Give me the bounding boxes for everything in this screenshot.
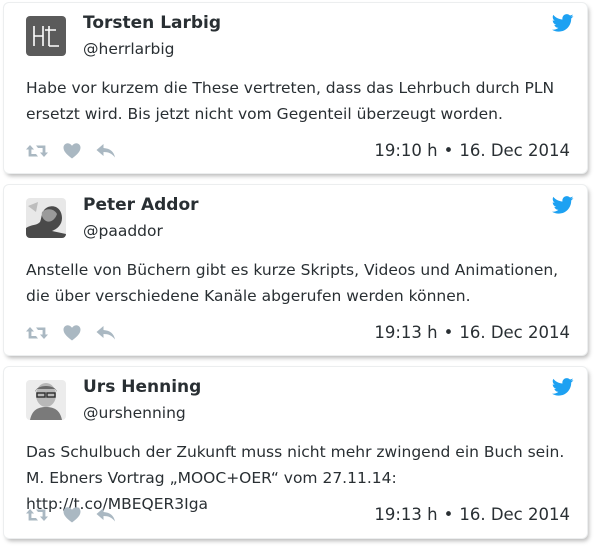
tweet-card: Peter Addor @paaddor Anstelle von Bücher…: [4, 185, 587, 355]
hl-logo-avatar-icon: [26, 16, 66, 56]
tweet-actions: [25, 505, 130, 525]
tweet-text: Habe vor kurzem die These vertreten, das…: [26, 79, 555, 123]
tweet-actions: [25, 141, 130, 161]
author-name[interactable]: Torsten Larbig: [83, 13, 221, 33]
retweet-icon[interactable]: [25, 141, 49, 161]
tweet-time: 19:13 h: [374, 505, 438, 524]
tweet-date: 16. Dec 2014: [459, 323, 570, 342]
retweet-icon[interactable]: [25, 505, 49, 525]
twitter-bird-icon[interactable]: [551, 196, 574, 214]
tweet-card: Urs Henning @urshenning Das Schulbuch de…: [4, 367, 587, 538]
twitter-bird-icon[interactable]: [551, 14, 574, 32]
person-photo-avatar-icon: [26, 198, 66, 238]
tweet-date: 16. Dec 2014: [459, 141, 570, 160]
reply-icon[interactable]: [95, 141, 117, 161]
like-heart-icon[interactable]: [62, 141, 82, 161]
tweet-timestamp[interactable]: 19:10 h • 16. Dec 2014: [374, 141, 570, 160]
avatar[interactable]: [26, 198, 66, 238]
tweet-text: Anstelle von Büchern gibt es kurze Skrip…: [26, 261, 559, 305]
tweet-time: 19:13 h: [374, 323, 438, 342]
reply-icon[interactable]: [95, 323, 117, 343]
author-handle[interactable]: @herrlarbig: [83, 40, 175, 58]
reply-icon[interactable]: [95, 505, 117, 525]
tweet-card: Torsten Larbig @herrlarbig Habe vor kurz…: [4, 3, 587, 173]
author-name[interactable]: Urs Henning: [83, 377, 201, 397]
person-photo-avatar-icon: [26, 380, 66, 420]
timestamp-separator: •: [443, 505, 454, 524]
tweet-date: 16. Dec 2014: [459, 505, 570, 524]
author-handle[interactable]: @urshenning: [83, 404, 186, 422]
timestamp-separator: •: [443, 141, 454, 160]
tweet-actions: [25, 323, 130, 343]
like-heart-icon[interactable]: [62, 323, 82, 343]
like-heart-icon[interactable]: [62, 505, 82, 525]
timestamp-separator: •: [443, 323, 454, 342]
tweet-timestamp[interactable]: 19:13 h • 16. Dec 2014: [374, 505, 570, 524]
author-handle[interactable]: @paaddor: [83, 222, 163, 240]
tweet-time: 19:10 h: [374, 141, 438, 160]
tweet-timestamp[interactable]: 19:13 h • 16. Dec 2014: [374, 323, 570, 342]
author-name[interactable]: Peter Addor: [83, 195, 199, 215]
retweet-icon[interactable]: [25, 323, 49, 343]
avatar[interactable]: [26, 380, 66, 420]
twitter-bird-icon[interactable]: [551, 378, 574, 396]
avatar[interactable]: [26, 16, 66, 56]
